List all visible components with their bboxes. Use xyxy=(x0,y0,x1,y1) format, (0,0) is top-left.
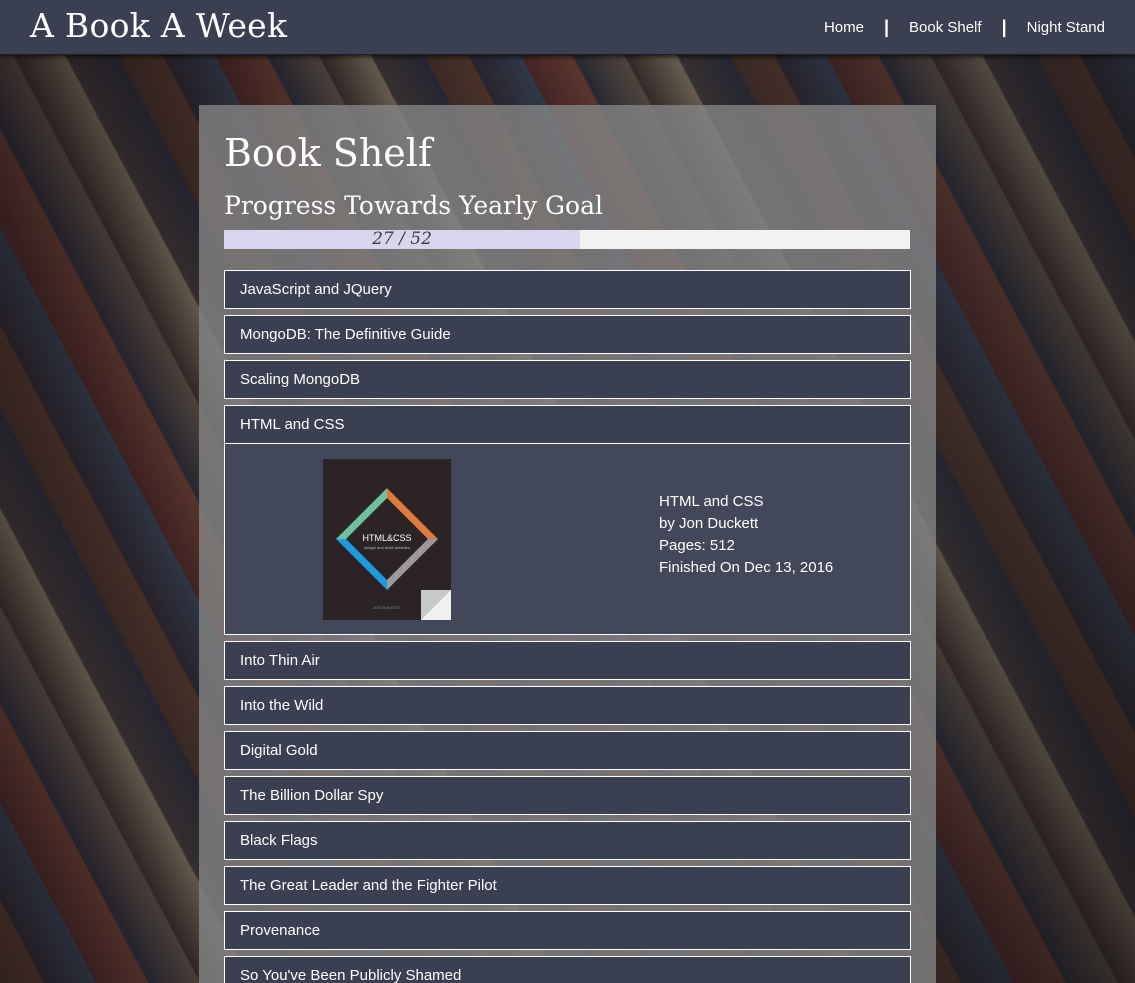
book-item-expanded[interactable]: HTML and CSS HTML&CSS design and build w… xyxy=(224,405,911,635)
content-panel: Book Shelf Progress Towards Yearly Goal … xyxy=(199,105,936,983)
book-info: HTML and CSS by Jon Duckett Pages: 512 F… xyxy=(659,491,833,579)
goal-title: Progress Towards Yearly Goal xyxy=(224,191,603,220)
book-title[interactable]: Digital Gold xyxy=(225,732,910,769)
book-title[interactable]: The Great Leader and the Fighter Pilot xyxy=(225,867,910,904)
book-title[interactable]: Into Thin Air xyxy=(225,642,910,679)
goal-progress-bar: 27 / 52 xyxy=(224,230,910,249)
book-item[interactable]: Into the Wild xyxy=(224,686,911,725)
book-info-title: HTML and CSS xyxy=(659,493,764,510)
book-detail: HTML&CSS design and build websites JON D… xyxy=(225,444,910,634)
book-item[interactable]: MongoDB: The Definitive Guide xyxy=(224,315,911,354)
nav-separator: | xyxy=(883,16,890,37)
page-curl-graphic xyxy=(421,590,451,620)
brand-title[interactable]: A Book A Week xyxy=(30,6,287,45)
book-title[interactable]: Scaling MongoDB xyxy=(225,361,910,398)
book-title[interactable]: The Billion Dollar Spy xyxy=(225,777,910,814)
navbar: A Book A Week Home | Book Shelf | Night … xyxy=(0,0,1135,55)
book-title[interactable]: So You've Been Publicly Shamed xyxy=(225,957,910,983)
book-info-author: by Jon Duckett xyxy=(659,515,759,532)
book-item[interactable]: JavaScript and JQuery xyxy=(224,270,911,309)
nav-separator: | xyxy=(1001,16,1007,37)
book-item[interactable]: Provenance xyxy=(224,911,911,950)
page-title: Book Shelf xyxy=(224,131,432,175)
book-item[interactable]: The Great Leader and the Fighter Pilot xyxy=(224,866,911,905)
book-title[interactable]: HTML and CSS xyxy=(225,406,910,444)
book-title[interactable]: Provenance xyxy=(225,912,910,949)
book-item[interactable]: Into Thin Air xyxy=(224,641,911,680)
nav-nightstand-link[interactable]: Night Stand xyxy=(1027,19,1105,36)
book-item[interactable]: Black Flags xyxy=(224,821,911,860)
cover-subtitle: design and build websites xyxy=(364,545,410,550)
book-list: JavaScript and JQuery MongoDB: The Defin… xyxy=(224,270,911,983)
nav-bookshelf-link[interactable]: Book Shelf xyxy=(909,19,982,36)
nav-home-link[interactable]: Home xyxy=(824,19,864,36)
nav-links: Home | Book Shelf | Night Stand xyxy=(824,0,1105,54)
book-item[interactable]: Scaling MongoDB xyxy=(224,360,911,399)
book-item[interactable]: The Billion Dollar Spy xyxy=(224,776,911,815)
book-title[interactable]: JavaScript and JQuery xyxy=(225,271,910,308)
book-title[interactable]: Black Flags xyxy=(225,822,910,859)
book-title[interactable]: Into the Wild xyxy=(225,687,910,724)
book-item[interactable]: So You've Been Publicly Shamed xyxy=(224,956,911,983)
cover-title: HTML&CSS xyxy=(362,533,412,543)
book-info-finished: Finished On Dec 13, 2016 xyxy=(659,559,834,576)
book-cover-image: HTML&CSS design and build websites JON D… xyxy=(323,459,451,620)
book-info-pages: Pages: 512 xyxy=(659,537,735,554)
book-title[interactable]: MongoDB: The Definitive Guide xyxy=(225,316,910,353)
book-item[interactable]: Digital Gold xyxy=(224,731,911,770)
goal-progress-text: 27 / 52 xyxy=(372,229,432,249)
